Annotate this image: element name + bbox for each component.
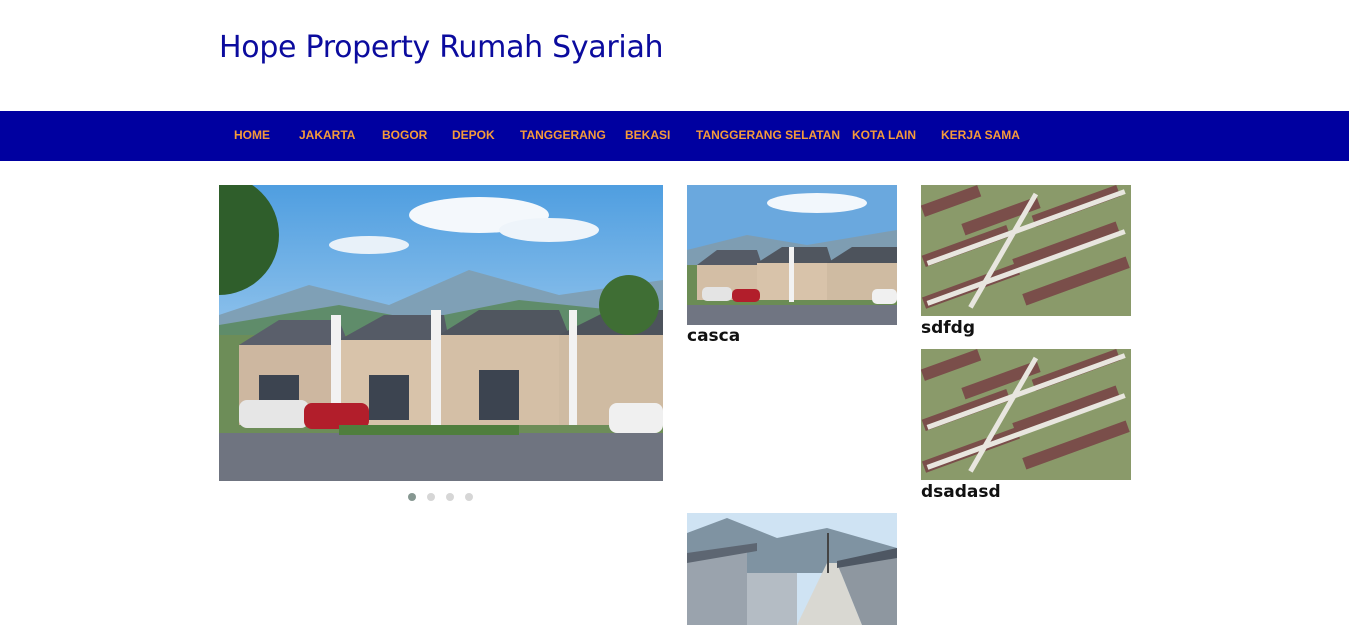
main-navbar: HOME JAKARTA BOGOR DEPOK TANGGERANG BEKA… xyxy=(0,111,1349,161)
aerial-housing-thumb xyxy=(921,185,1131,316)
featured-slider-image[interactable] xyxy=(219,185,663,481)
post-title-casca[interactable]: casca xyxy=(687,326,740,346)
slider-dot-2[interactable] xyxy=(427,493,435,501)
nav-item-bogor[interactable]: BOGOR xyxy=(382,128,427,142)
site-title[interactable]: Hope Property Rumah Syariah xyxy=(219,30,664,65)
house-rendering-image xyxy=(219,185,663,481)
nav-item-depok[interactable]: DEPOK xyxy=(452,128,495,142)
nav-item-kerja-sama[interactable]: KERJA SAMA xyxy=(941,128,1020,142)
nav-item-jakarta[interactable]: JAKARTA xyxy=(299,128,355,142)
nav-item-tanggerang-selatan[interactable]: TANGGERANG SELATAN xyxy=(696,128,840,142)
nav-item-tanggerang[interactable]: TANGGERANG xyxy=(520,128,606,142)
house-rendering-thumb xyxy=(687,185,897,325)
site-header: Hope Property Rumah Syariah xyxy=(0,0,1349,111)
slider-dot-4[interactable] xyxy=(465,493,473,501)
post-title-dsadasd[interactable]: dsadasd xyxy=(921,482,1001,502)
post-thumbnail-casca[interactable] xyxy=(687,185,897,325)
housing-street-thumb xyxy=(687,513,897,625)
nav-item-home[interactable]: HOME xyxy=(234,128,270,142)
post-title-sdfdg[interactable]: sdfdg xyxy=(921,318,975,338)
nav-item-bekasi[interactable]: BEKASI xyxy=(625,128,670,142)
nav-item-kota-lain[interactable]: KOTA LAIN xyxy=(852,128,916,142)
slider-dot-3[interactable] xyxy=(446,493,454,501)
aerial-housing-thumb xyxy=(921,349,1131,480)
slider-dot-1[interactable] xyxy=(408,493,416,501)
post-thumbnail-dsadasd[interactable] xyxy=(921,349,1131,480)
post-thumbnail-4[interactable] xyxy=(687,513,897,625)
post-thumbnail-sdfdg[interactable] xyxy=(921,185,1131,316)
